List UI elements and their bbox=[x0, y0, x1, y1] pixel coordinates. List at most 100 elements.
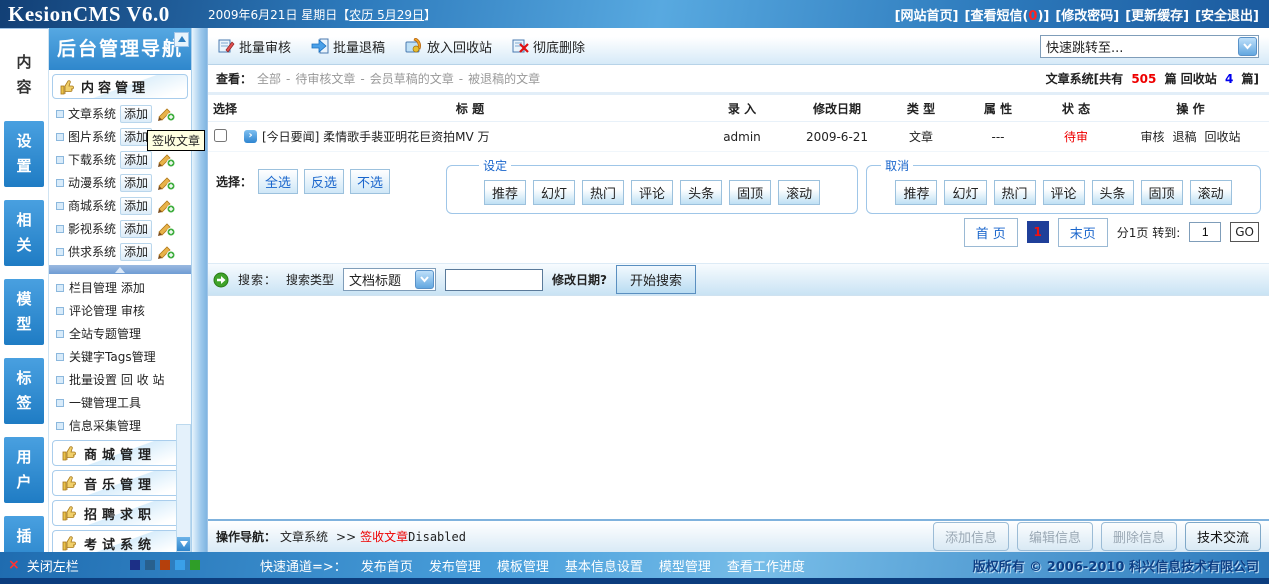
start-search-button[interactable]: 开始搜索 bbox=[616, 265, 696, 294]
select-none-button[interactable]: 不选 bbox=[350, 169, 390, 194]
nav-item-label[interactable]: 图片系统 bbox=[68, 128, 116, 145]
nav-item-batch-recycle[interactable]: 批量设置 回 收 站 bbox=[49, 368, 191, 391]
swatch-blue[interactable] bbox=[175, 560, 185, 570]
nav-section-content-manage[interactable]: 内容管理 bbox=[52, 74, 188, 99]
cancel-recommend-button[interactable]: 推荐 bbox=[895, 180, 937, 205]
cancel-pin-button[interactable]: 固顶 bbox=[1141, 180, 1183, 205]
opnav-current[interactable]: 签收文章 bbox=[360, 528, 408, 545]
nav-item-label[interactable]: 影视系统 bbox=[68, 220, 116, 237]
set-slide-button[interactable]: 幻灯 bbox=[533, 180, 575, 205]
nav-item-label[interactable]: 下载系统 bbox=[68, 151, 116, 168]
set-scroll-button[interactable]: 滚动 bbox=[778, 180, 820, 205]
article-title-link[interactable]: [今日要闻] 柔情歌手裴亚明花巨资拍MV 万 bbox=[262, 128, 490, 145]
nav-item-label[interactable]: 动漫系统 bbox=[68, 174, 116, 191]
cancel-scroll-button[interactable]: 滚动 bbox=[1190, 180, 1232, 205]
pencil-add-icon[interactable] bbox=[156, 152, 176, 168]
nav-item-label[interactable]: 文章系统 bbox=[68, 105, 116, 122]
tech-support-button[interactable]: 技术交流 bbox=[1185, 522, 1261, 551]
pencil-add-icon[interactable] bbox=[156, 198, 176, 214]
nav-item-comment-manage[interactable]: 评论管理 审核 bbox=[49, 299, 191, 322]
last-page-button[interactable]: 末页 bbox=[1058, 218, 1108, 247]
filter-pending-link[interactable]: 待审核文章 bbox=[295, 70, 355, 87]
filter-all-link[interactable]: 全部 bbox=[257, 70, 281, 87]
set-headline-button[interactable]: 头条 bbox=[680, 180, 722, 205]
select-all-button[interactable]: 全选 bbox=[258, 169, 298, 194]
swatch-teal[interactable] bbox=[145, 560, 155, 570]
modify-date-label[interactable]: 修改日期? bbox=[552, 271, 607, 288]
batch-audit-button[interactable]: 批量审核 bbox=[218, 37, 291, 56]
search-keyword-input[interactable] bbox=[445, 269, 543, 291]
logout-link[interactable]: [安全退出] bbox=[1195, 5, 1259, 24]
nav-item-onekey-tools[interactable]: 一键管理工具 bbox=[49, 391, 191, 414]
add-button[interactable]: 添加 bbox=[120, 197, 152, 215]
nav-item-tags-manage[interactable]: 关键字Tags管理 bbox=[49, 345, 191, 368]
pencil-add-icon[interactable] bbox=[156, 106, 176, 122]
template-manage-link[interactable]: 模板管理 bbox=[497, 556, 549, 575]
tab-content[interactable]: 内容 bbox=[4, 42, 44, 108]
add-button[interactable]: 添加 bbox=[120, 174, 152, 192]
swatch-orange[interactable] bbox=[160, 560, 170, 570]
add-info-button[interactable]: 添加信息 bbox=[933, 522, 1009, 551]
nav-collapse-button[interactable] bbox=[174, 32, 189, 47]
nav-item-special-topic[interactable]: 全站专题管理 bbox=[49, 322, 191, 345]
swatch-green[interactable] bbox=[190, 560, 200, 570]
delete-forever-button[interactable]: 彻底删除 bbox=[512, 37, 585, 56]
set-pin-button[interactable]: 固顶 bbox=[729, 180, 771, 205]
tab-plugins[interactable]: 插件 bbox=[4, 516, 44, 552]
pencil-add-icon[interactable] bbox=[156, 244, 176, 260]
expand-arrow-icon[interactable]: › bbox=[244, 130, 257, 143]
close-left-panel-button[interactable]: × 关闭左栏 bbox=[0, 556, 130, 575]
move-to-recycle-button[interactable]: 放入回收站 bbox=[405, 37, 492, 56]
tab-settings[interactable]: 设置 bbox=[4, 121, 44, 187]
view-sms-link[interactable]: [查看短信(0)] bbox=[965, 5, 1050, 24]
recycle-link[interactable]: 回收站 bbox=[1205, 128, 1241, 145]
opnav-system[interactable]: 文章系统 bbox=[280, 528, 328, 545]
lunar-date-link[interactable]: 农历 5月29日 bbox=[349, 8, 424, 22]
tab-users[interactable]: 用户 bbox=[4, 437, 44, 503]
edit-info-button[interactable]: 编辑信息 bbox=[1017, 522, 1093, 551]
audit-link[interactable]: 审核 bbox=[1140, 128, 1164, 145]
set-hot-button[interactable]: 热门 bbox=[582, 180, 624, 205]
model-manage-link[interactable]: 模型管理 bbox=[659, 556, 711, 575]
quick-jump-select[interactable]: 快速跳转至... bbox=[1040, 35, 1259, 58]
basic-info-settings-link[interactable]: 基本信息设置 bbox=[565, 556, 643, 575]
set-comment-button[interactable]: 评论 bbox=[631, 180, 673, 205]
nav-item-label[interactable]: 供求系统 bbox=[68, 243, 116, 260]
add-button[interactable]: 添加 bbox=[120, 243, 152, 261]
panel-splitter[interactable] bbox=[191, 28, 207, 552]
add-button[interactable]: 添加 bbox=[120, 220, 152, 238]
site-home-link[interactable]: [网站首页] bbox=[895, 5, 959, 24]
cancel-headline-button[interactable]: 头条 bbox=[1092, 180, 1134, 205]
refresh-cache-link[interactable]: [更新缓存] bbox=[1125, 5, 1189, 24]
filter-rejected-link[interactable]: 被退稿的文章 bbox=[468, 70, 540, 87]
batch-reject-button[interactable]: 批量退稿 bbox=[311, 37, 385, 56]
delete-info-button[interactable]: 删除信息 bbox=[1101, 522, 1177, 551]
nav-section-exam-system[interactable]: 考试系统 bbox=[52, 530, 188, 552]
nav-section-job-manage[interactable]: 招聘求职 bbox=[52, 500, 188, 526]
change-password-link[interactable]: [修改密码] bbox=[1055, 5, 1119, 24]
row-checkbox[interactable] bbox=[214, 129, 227, 142]
add-button[interactable]: 添加 bbox=[120, 105, 152, 123]
reject-link[interactable]: 退稿 bbox=[1172, 128, 1196, 145]
publish-manage-link[interactable]: 发布管理 bbox=[429, 556, 481, 575]
add-button[interactable]: 添加 bbox=[120, 151, 152, 169]
work-progress-link[interactable]: 查看工作进度 bbox=[727, 556, 805, 575]
publish-home-link[interactable]: 发布首页 bbox=[361, 556, 413, 575]
search-type-select[interactable]: 文档标题 bbox=[343, 268, 436, 291]
tab-tags[interactable]: 标签 bbox=[4, 358, 44, 424]
set-recommend-button[interactable]: 推荐 bbox=[484, 180, 526, 205]
pencil-add-icon[interactable] bbox=[156, 221, 176, 237]
nav-section-music-manage[interactable]: 音乐管理 bbox=[52, 470, 188, 496]
nav-section-mall-manage[interactable]: 商城管理 bbox=[52, 440, 188, 466]
go-button[interactable]: GO bbox=[1230, 222, 1259, 242]
cancel-hot-button[interactable]: 热门 bbox=[994, 180, 1036, 205]
nav-scrollbar[interactable] bbox=[176, 424, 191, 552]
pencil-add-icon[interactable] bbox=[156, 175, 176, 191]
tab-related[interactable]: 相关 bbox=[4, 200, 44, 266]
cancel-comment-button[interactable]: 评论 bbox=[1043, 180, 1085, 205]
filter-member-draft-link[interactable]: 会员草稿的文章 bbox=[370, 70, 454, 87]
tab-model[interactable]: 模型 bbox=[4, 279, 44, 345]
nav-item-column-manage[interactable]: 栏目管理 添加 bbox=[49, 276, 191, 299]
nav-collapse-divider[interactable] bbox=[49, 265, 191, 274]
scroll-down-button[interactable] bbox=[177, 537, 190, 551]
